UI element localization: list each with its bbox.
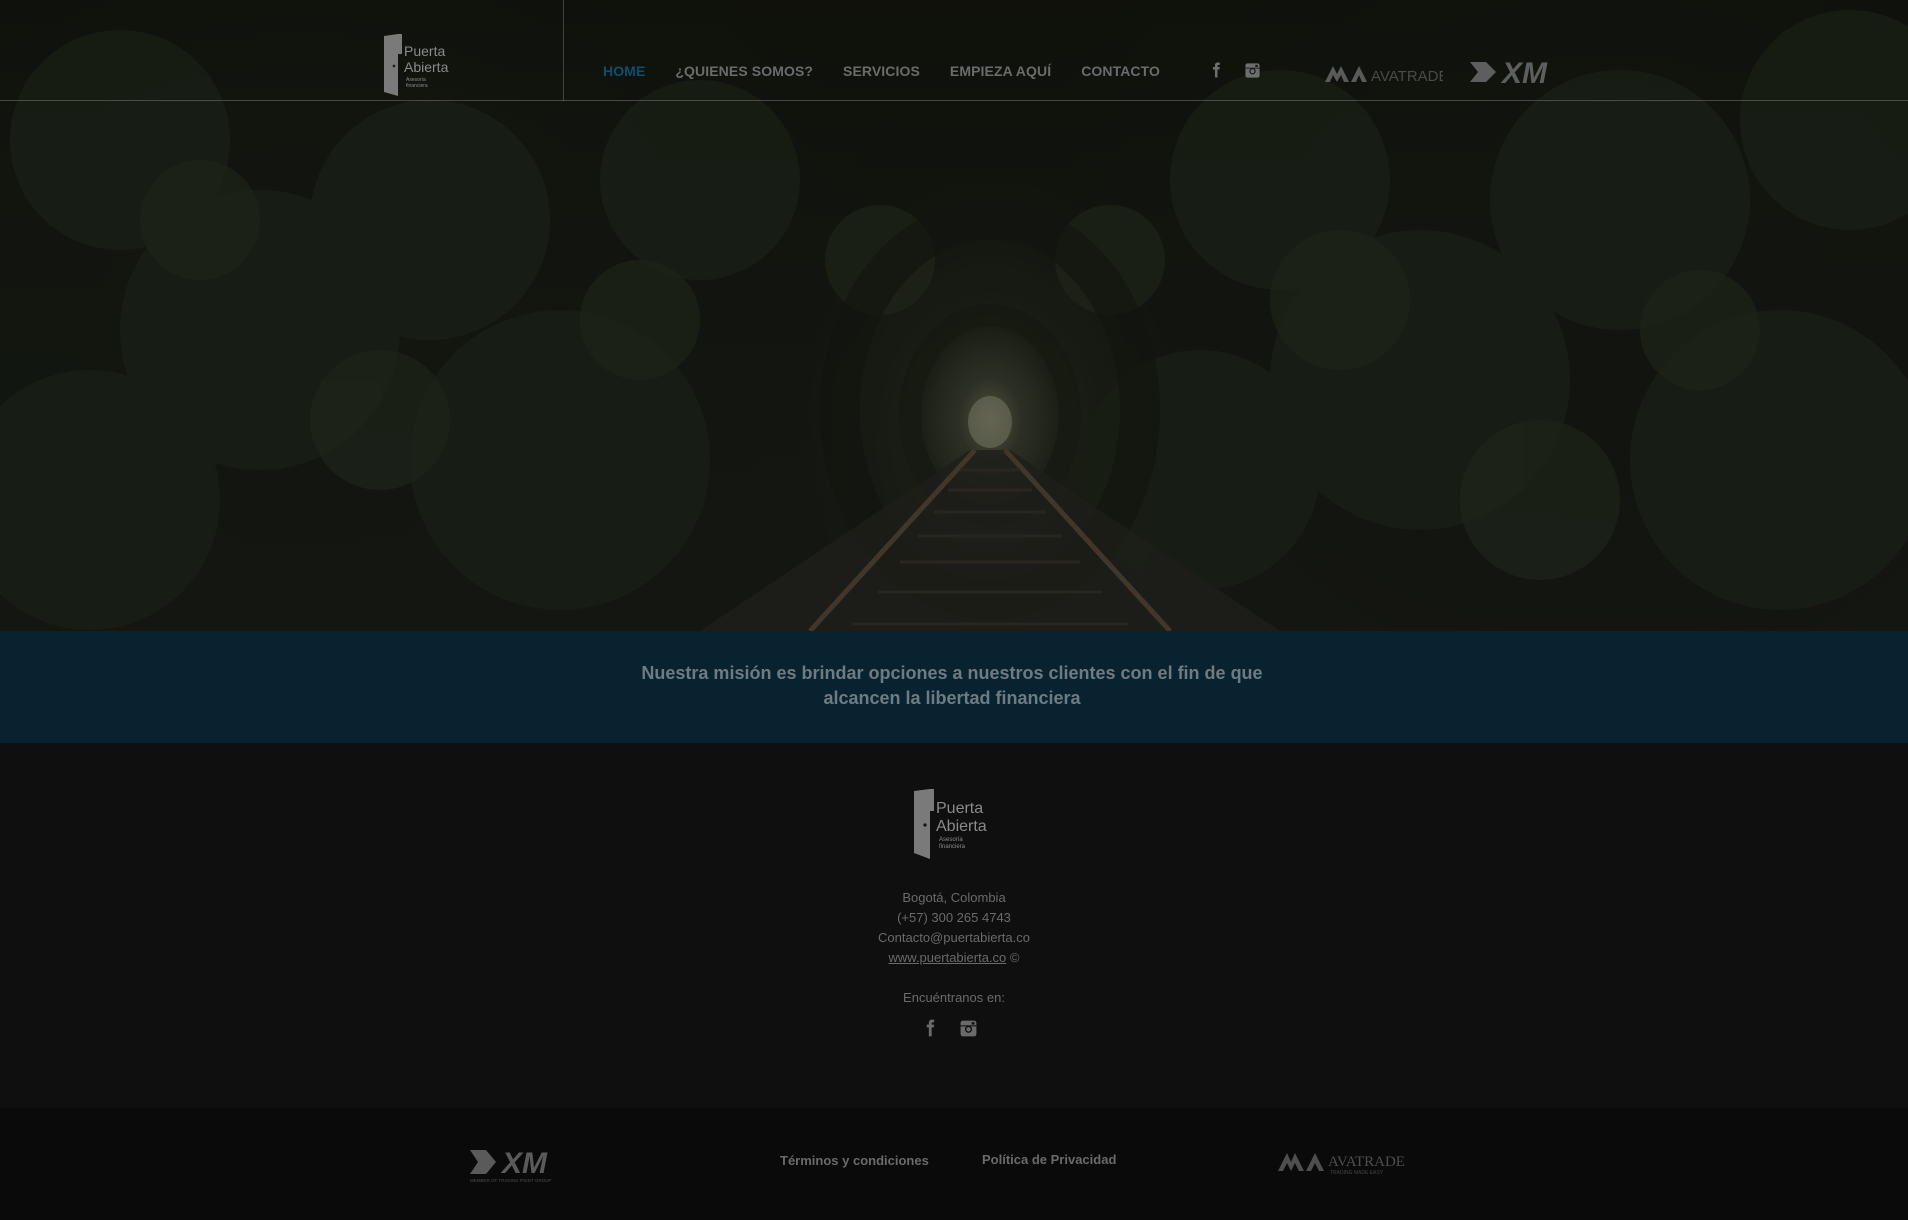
bottom-bar: XM MEMBER OF TRADING POINT GROUP Término… (0, 1108, 1908, 1220)
logo-line4: financiera (406, 83, 428, 89)
avatrade-wordmark: AVATRADE (1371, 68, 1443, 85)
xm-logo-footer[interactable]: XM MEMBER OF TRADING POINT GROUP (468, 1144, 574, 1184)
mission-statement: Nuestra misión es brindar opciones a nue… (641, 663, 1263, 708)
avatrade-tagline: TRADING MADE EASY (1330, 1170, 1384, 1176)
nav-contacto[interactable]: CONTACTO (1081, 63, 1160, 79)
main-nav: HOME ¿QUIENES SOMOS? SERVICIOS EMPIEZA A… (603, 63, 1190, 79)
find-us-label: Encuéntranos en: (903, 990, 1005, 1005)
website-line: www.puertabierta.co © (754, 948, 1154, 968)
avatrade-footer-wordmark: AVATRADE (1328, 1154, 1405, 1170)
logo-line1: Puerta (404, 43, 445, 59)
avatrade-logo-header[interactable]: AVATRADE (1323, 60, 1443, 86)
mission-band: Nuestra misión es brindar opciones a nue… (0, 631, 1908, 743)
facebook-icon[interactable] (920, 1017, 940, 1039)
terms-link[interactable]: Términos y condiciones (780, 1153, 929, 1168)
header-divider (563, 0, 564, 101)
nav-empieza-aqui[interactable]: EMPIEZA AQUÍ (950, 63, 1051, 79)
site-header: Puerta Abierta Asesoría financiera HOME … (0, 0, 1908, 101)
xm-footer-wordmark: XM (500, 1147, 548, 1180)
page: Puerta Abierta Asesoría financiera HOME … (0, 0, 1908, 1220)
copyright-mark: © (1006, 950, 1020, 965)
footer-logo-line2: Abierta (936, 818, 987, 835)
website-link[interactable]: www.puertabierta.co (889, 950, 1007, 965)
instagram-icon[interactable] (1244, 62, 1261, 79)
footer-logo-line3: Asesoría (939, 837, 963, 843)
nav-home[interactable]: HOME (603, 63, 645, 79)
footer-logo[interactable]: Puerta Abierta Asesoría financiera (908, 787, 1000, 863)
footer-logo-line4: financiera (939, 844, 966, 850)
puerta-abierta-logo[interactable]: Puerta Abierta Asesoría financiera (380, 32, 460, 100)
xm-tagline: MEMBER OF TRADING POINT GROUP (470, 1178, 551, 1183)
contact-email: Contacto@puertabierta.co (878, 930, 1030, 945)
site-footer: Puerta Abierta Asesoría financiera Bogot… (0, 743, 1908, 1108)
footer-logo-line1: Puerta (936, 800, 983, 817)
logo-line2: Abierta (404, 59, 449, 75)
facebook-icon[interactable] (1207, 61, 1225, 79)
nav-servicios[interactable]: SERVICIOS (843, 63, 920, 79)
contact-phone: (+57) 300 265 4743 (897, 910, 1011, 925)
xm-logo-header[interactable]: XM (1466, 52, 1566, 92)
xm-wordmark: XM (1500, 57, 1548, 90)
contact-info: Bogotá, Colombia (+57) 300 265 4743 Cont… (754, 888, 1154, 968)
contact-city: Bogotá, Colombia (902, 890, 1006, 905)
footer-social (920, 1017, 1000, 1041)
privacy-link[interactable]: Política de Privacidad (982, 1152, 1116, 1167)
instagram-icon[interactable] (959, 1019, 978, 1038)
avatrade-logo-footer[interactable]: AVATRADE TRADING MADE EASY (1276, 1147, 1410, 1177)
nav-quienes-somos[interactable]: ¿QUIENES SOMOS? (675, 63, 813, 79)
